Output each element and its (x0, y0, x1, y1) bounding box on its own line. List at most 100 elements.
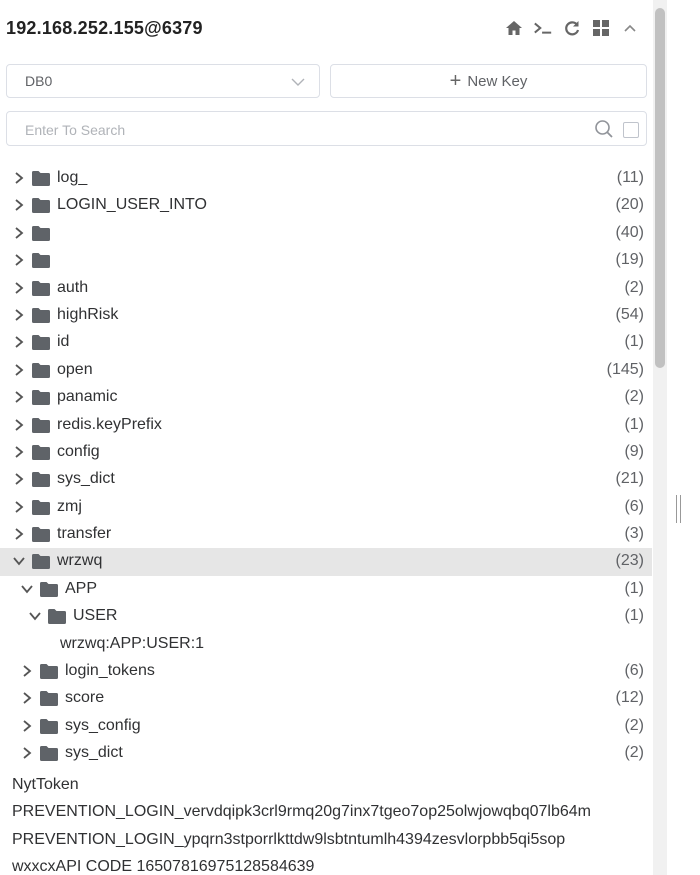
tree-folder-row[interactable]: USER (1) (0, 603, 652, 630)
flat-key-list: NytToken PREVENTION_LOGIN_vervdqipk3crl9r… (12, 774, 652, 875)
tree-row-label: sys_config (65, 716, 141, 734)
folder-icon (32, 362, 50, 378)
tree-folder-row[interactable]: login_tokens (6) (0, 658, 652, 685)
chevron-right-icon[interactable] (12, 363, 26, 377)
key-item[interactable]: PREVENTION_LOGIN_vervdqipk3crl9rmq20g7in… (12, 801, 652, 828)
tree-row-label: wrzwq:APP:USER:1 (60, 634, 205, 652)
tree-row-count: (11) (616, 169, 644, 186)
tree-row-label: LOGIN_USER_INTO (57, 196, 207, 214)
tree-folder-row[interactable]: APP (1) (0, 576, 652, 603)
folder-icon (48, 609, 66, 625)
chevron-right-icon[interactable] (12, 500, 26, 514)
tree-folder-row[interactable]: zmj (6) (0, 494, 652, 521)
tree-row-label: sys_dict (65, 744, 123, 762)
chevron-down-icon[interactable] (20, 582, 34, 596)
chevron-right-icon[interactable] (20, 691, 34, 705)
chevron-right-icon[interactable] (12, 308, 26, 322)
folder-icon (32, 527, 50, 543)
tree-row-count: (19) (615, 251, 644, 269)
tree-row-label: id (57, 333, 70, 351)
folder-icon (32, 253, 50, 269)
chevron-right-icon[interactable] (12, 445, 26, 459)
tree-folder-row[interactable]: open (145) (0, 357, 652, 384)
search-box (6, 111, 647, 146)
tree-row-count: (1) (624, 333, 644, 351)
chevron-right-icon[interactable] (12, 226, 26, 240)
tree-row-label: zmj (57, 497, 82, 515)
exact-search-checkbox[interactable] (623, 122, 639, 138)
db-select-value: DB0 (25, 73, 53, 89)
tree-row-count: (20) (615, 196, 644, 214)
tree-row-count: (9) (624, 442, 644, 460)
db-select[interactable]: DB0 (6, 64, 320, 98)
tree-folder-row[interactable]: score (12) (0, 685, 652, 712)
tree-folder-row[interactable]: sys_dict (21) (0, 466, 652, 493)
folder-icon (32, 198, 50, 214)
chevron-right-icon[interactable] (12, 171, 26, 185)
refresh-icon[interactable] (562, 18, 582, 38)
search-input[interactable] (23, 119, 567, 141)
folder-icon (40, 664, 58, 680)
tree-folder-row[interactable]: id (1) (0, 329, 652, 356)
folder-icon (32, 444, 50, 460)
chevron-right-icon[interactable] (12, 281, 26, 295)
chevron-right-icon[interactable] (12, 335, 26, 349)
chevron-right-icon[interactable] (20, 719, 34, 733)
folder-icon (32, 472, 50, 488)
key-item[interactable]: PREVENTION_LOGIN_ypqrn3stporrlkttdw9lsbt… (12, 829, 652, 856)
panel-resize-handle[interactable] (676, 495, 682, 523)
tree-row-count: (2) (624, 744, 644, 762)
tree-folder-row[interactable]: (40) (0, 220, 652, 247)
tree-key-item[interactable]: wrzwq:APP:USER:1 (0, 631, 652, 658)
tree-row-count: (40) (615, 223, 644, 241)
scrollbar-thumb[interactable] (655, 8, 665, 368)
chevron-right-icon[interactable] (12, 418, 26, 432)
tree-row-count: (12) (615, 689, 644, 707)
search-icon[interactable] (594, 119, 614, 144)
tree-row-count: (54) (615, 305, 644, 323)
chevron-right-icon[interactable] (20, 664, 34, 678)
chevron-right-icon[interactable] (12, 472, 26, 486)
chevron-right-icon[interactable] (12, 198, 26, 212)
terminal-icon[interactable] (533, 18, 553, 38)
tree-folder-row[interactable]: LOGIN_USER_INTO (20) (0, 192, 652, 219)
chevron-right-icon[interactable] (12, 390, 26, 404)
tree-folder-row[interactable]: config (9) (0, 439, 652, 466)
folder-icon (32, 554, 50, 570)
tree-row-count: (21) (615, 470, 644, 488)
tree-folder-row[interactable]: wrzwq (23) (0, 548, 652, 576)
tree-row-label: sys_dict (57, 470, 115, 488)
tree-folder-row[interactable]: transfer (3) (0, 521, 652, 548)
tree-row-count: (145) (606, 360, 644, 378)
plus-icon: + (449, 70, 462, 92)
tree-row-count: (23) (615, 552, 644, 570)
chevron-down-icon[interactable] (12, 554, 26, 568)
chevron-up-icon[interactable] (620, 18, 640, 38)
folder-icon (32, 335, 50, 351)
header-toolbar (504, 18, 640, 38)
tree-row-count: (1) (624, 579, 644, 597)
key-item[interactable]: wxxcxAPI CODE 16507816975128584639 (12, 856, 652, 875)
tree-folder-row[interactable]: (19) (0, 247, 652, 274)
tree-row-count: (2) (624, 388, 644, 406)
tree-folder-row[interactable]: highRisk (54) (0, 302, 652, 329)
tree-row-label: log_ (57, 169, 88, 186)
home-icon[interactable] (504, 18, 524, 38)
connection-header: 192.168.252.155@6379 (6, 14, 646, 42)
chevron-right-icon[interactable] (20, 746, 34, 760)
tree-folder-row[interactable]: redis.keyPrefix (1) (0, 412, 652, 439)
chevron-right-icon[interactable] (12, 527, 26, 541)
tree-folder-row[interactable]: log_ (11) (0, 165, 652, 192)
folder-icon (32, 417, 50, 433)
grid-icon[interactable] (591, 18, 611, 38)
key-item[interactable]: NytToken (12, 774, 652, 801)
chevron-right-icon[interactable] (12, 253, 26, 267)
tree-folder-row[interactable]: auth (2) (0, 275, 652, 302)
chevron-down-icon[interactable] (28, 609, 42, 623)
tree-row-label: transfer (57, 525, 112, 543)
vertical-scrollbar[interactable] (653, 0, 667, 875)
tree-folder-row[interactable]: sys_dict (2) (0, 740, 652, 767)
tree-folder-row[interactable]: sys_config (2) (0, 713, 652, 740)
tree-folder-row[interactable]: panamic (2) (0, 384, 652, 411)
new-key-button[interactable]: + New Key (330, 64, 647, 98)
